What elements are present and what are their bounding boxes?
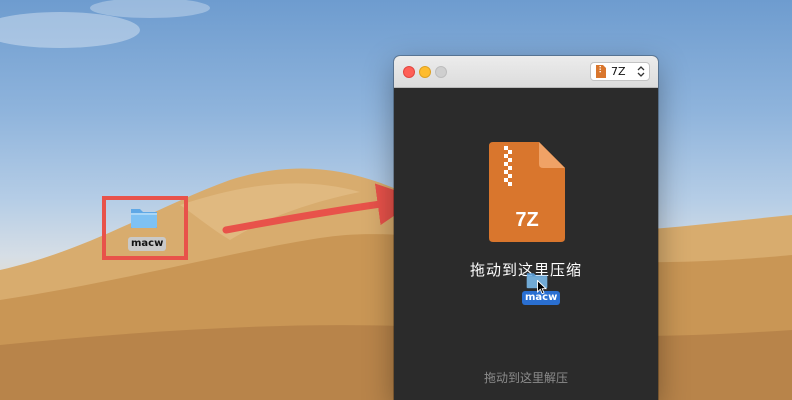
chevron-updown-icon	[637, 66, 645, 77]
format-select[interactable]: 7Z	[590, 62, 650, 81]
archiver-window: 7Z 7Z 拖动到这里压缩 macw 拖动到这里解压	[394, 56, 658, 400]
close-button[interactable]	[403, 66, 415, 78]
7z-archive-icon: 7Z	[489, 142, 565, 242]
zoom-button[interactable]	[435, 66, 447, 78]
minimize-button[interactable]	[419, 66, 431, 78]
title-bar: 7Z	[394, 56, 658, 88]
pointer-cursor-icon	[537, 280, 547, 295]
extract-drop-zone[interactable]: 拖动到这里解压	[394, 370, 658, 386]
highlight-box	[102, 196, 188, 260]
format-select-value: 7Z	[611, 65, 626, 78]
archive-badge-text: 7Z	[515, 209, 538, 231]
archive-file-icon	[596, 65, 606, 78]
